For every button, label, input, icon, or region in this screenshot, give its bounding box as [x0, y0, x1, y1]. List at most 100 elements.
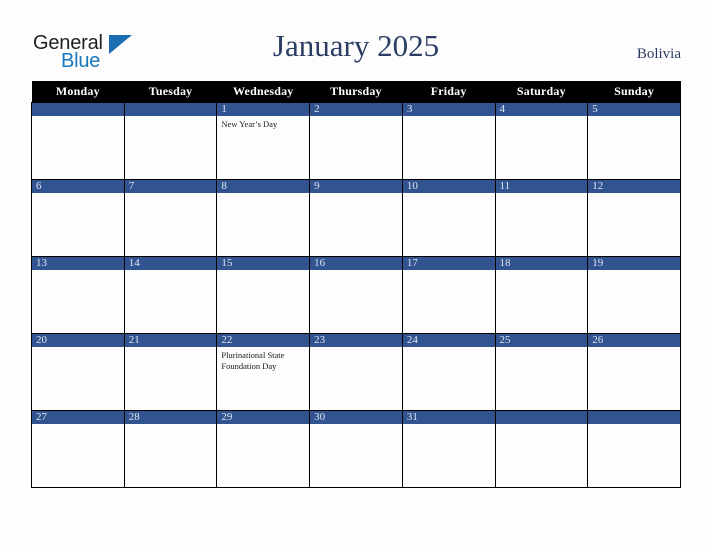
weekday-header-sunday: Sunday: [587, 81, 681, 103]
day-event-area: [310, 424, 402, 427]
calendar-day-cell[interactable]: [31, 102, 125, 180]
calendar-day-cell[interactable]: [123, 102, 218, 180]
day-event-area: [588, 116, 680, 119]
calendar-day-cell[interactable]: 24: [401, 333, 496, 411]
day-event-area: [310, 116, 402, 119]
calendar-day-cell[interactable]: [587, 410, 681, 488]
calendar-day-cell[interactable]: 21: [123, 333, 218, 411]
calendar-day-cell[interactable]: 6: [31, 179, 125, 257]
calendar-day-cell[interactable]: 12: [587, 179, 681, 257]
day-event-area: [32, 116, 124, 119]
day-event-area: [403, 116, 495, 119]
day-number: 20: [32, 334, 124, 347]
day-event-area: [403, 424, 495, 427]
calendar-weekday-header: Monday Tuesday Wednesday Thursday Friday…: [31, 81, 681, 103]
day-number: 12: [588, 180, 680, 193]
day-number: 13: [32, 257, 124, 270]
calendar-day-cell[interactable]: 17: [401, 256, 496, 334]
calendar-day-cell[interactable]: 7: [123, 179, 218, 257]
day-event-area: [217, 270, 309, 273]
day-event-area: Plurinational State Foundation Day: [217, 347, 309, 371]
day-number: 17: [402, 257, 495, 270]
holiday-label: New Year’s Day: [221, 119, 278, 129]
day-number: 31: [402, 411, 495, 424]
calendar-day-cell[interactable]: 5: [587, 102, 681, 180]
day-event-area: [588, 270, 680, 273]
day-event-area: [310, 270, 402, 273]
day-number: 4: [495, 103, 588, 116]
day-number: 10: [402, 180, 495, 193]
day-number: [588, 411, 680, 424]
calendar-day-cell[interactable]: 14: [123, 256, 218, 334]
day-number: [495, 411, 588, 424]
day-event-area: [125, 424, 217, 427]
day-event-area: [217, 424, 309, 427]
calendar-day-cell[interactable]: 10: [401, 179, 496, 257]
calendar-day-cell[interactable]: 9: [309, 179, 403, 257]
calendar-day-cell[interactable]: 29: [216, 410, 311, 488]
calendar-day-cell[interactable]: [494, 410, 589, 488]
day-event-area: [32, 193, 124, 196]
calendar-day-cell[interactable]: 11: [494, 179, 589, 257]
calendar-day-cell[interactable]: 28: [123, 410, 218, 488]
calendar-day-cell[interactable]: 15: [216, 256, 311, 334]
day-number: 3: [402, 103, 495, 116]
calendar-day-cell[interactable]: 30: [309, 410, 403, 488]
day-event-area: [310, 347, 402, 350]
day-event-area: [217, 193, 309, 196]
calendar-page: General Blue January 2025 Bolivia Monday…: [0, 0, 712, 550]
day-number: 7: [124, 180, 217, 193]
day-number: 18: [495, 257, 588, 270]
day-event-area: New Year’s Day: [217, 116, 309, 130]
calendar-day-cell[interactable]: 31: [401, 410, 496, 488]
calendar-day-cell[interactable]: 18: [494, 256, 589, 334]
day-event-area: [310, 193, 402, 196]
calendar-grid: Monday Tuesday Wednesday Thursday Friday…: [31, 81, 681, 488]
day-number: 1: [217, 103, 310, 116]
country-label: Bolivia: [636, 46, 681, 62]
calendar-week-row: 27 28 29 30 31: [31, 410, 681, 488]
day-number: 28: [124, 411, 217, 424]
calendar-day-cell[interactable]: 26: [587, 333, 681, 411]
calendar-day-cell[interactable]: 16: [309, 256, 403, 334]
calendar-week-row: 1 New Year’s Day 2 3 4 5: [31, 102, 681, 180]
day-event-area: [32, 347, 124, 350]
calendar-day-cell[interactable]: 20: [31, 333, 125, 411]
day-number: 9: [310, 180, 402, 193]
holiday-label: Plurinational State Foundation Day: [221, 350, 285, 371]
calendar-day-cell[interactable]: 13: [31, 256, 125, 334]
calendar-day-cell[interactable]: 27: [31, 410, 125, 488]
calendar-week-row: 13 14 15 16 17 18 19: [31, 256, 681, 334]
calendar-body: 1 New Year’s Day 2 3 4 5 6 7 8 9 10 11 12 13 14 15 16 17 1…: [31, 102, 681, 488]
weekday-header-row: Monday Tuesday Wednesday Thursday Friday…: [31, 81, 681, 103]
day-event-area: [496, 270, 588, 273]
day-number: 25: [495, 334, 588, 347]
day-number: 14: [124, 257, 217, 270]
day-number: 22: [217, 334, 310, 347]
day-event-area: [125, 116, 217, 119]
day-number: 6: [32, 180, 124, 193]
day-event-area: [403, 270, 495, 273]
calendar-day-cell[interactable]: 8: [216, 179, 311, 257]
weekday-header-saturday: Saturday: [495, 81, 588, 103]
calendar-day-cell[interactable]: 3: [401, 102, 496, 180]
calendar-day-cell[interactable]: 19: [587, 256, 681, 334]
day-number: [124, 103, 217, 116]
calendar-day-cell[interactable]: 23: [309, 333, 403, 411]
day-event-area: [125, 193, 217, 196]
day-number: 30: [310, 411, 402, 424]
calendar-day-cell[interactable]: 1 New Year’s Day: [216, 102, 311, 180]
day-number: 23: [310, 334, 402, 347]
calendar-day-cell[interactable]: 22 Plurinational State Foundation Day: [216, 333, 311, 411]
day-event-area: [588, 347, 680, 350]
calendar-day-cell[interactable]: 25: [494, 333, 589, 411]
calendar-day-cell[interactable]: 4: [494, 102, 589, 180]
day-number: 11: [495, 180, 588, 193]
day-number: 8: [217, 180, 310, 193]
day-event-area: [496, 424, 588, 427]
day-number: 24: [402, 334, 495, 347]
day-event-area: [403, 347, 495, 350]
day-number: 19: [588, 257, 680, 270]
calendar-day-cell[interactable]: 2: [309, 102, 403, 180]
day-event-area: [496, 347, 588, 350]
